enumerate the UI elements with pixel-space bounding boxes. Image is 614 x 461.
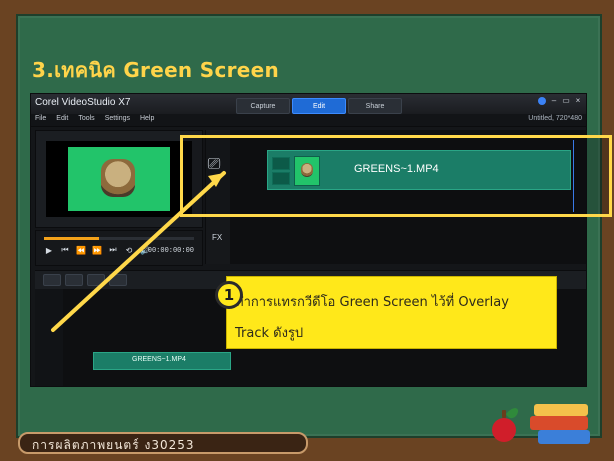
timecode: 00:00:00:00	[147, 247, 194, 255]
loop-icon[interactable]: ⟲	[124, 245, 134, 255]
end-icon[interactable]: ⏭	[108, 245, 118, 255]
project-info: Untitled, 720*480	[528, 115, 582, 122]
timeline-tool-3[interactable]	[87, 274, 105, 286]
instruction-callout: ทำการแทรกวีดีโอ Green Screen ไว้ที่ Over…	[226, 276, 557, 349]
menu-edit[interactable]: Edit	[56, 115, 68, 122]
slide-title: 3.เทคนิค Green Screen	[32, 58, 280, 82]
dog-icon	[101, 159, 135, 197]
menu-file[interactable]: File	[35, 115, 46, 122]
player-controls: ▶ ⏮ ⏪ ⏩ ⏭ ⟲ 🔊 00:00:00:00	[35, 230, 203, 266]
preview-panel	[35, 130, 203, 228]
status-dot-icon	[538, 97, 546, 105]
menu-tools[interactable]: Tools	[78, 115, 94, 122]
close-button[interactable]: ×	[574, 97, 582, 105]
maximize-button[interactable]: ▭	[562, 97, 570, 105]
playhead[interactable]	[573, 140, 574, 212]
overlay-track-icon[interactable]: ⎚	[201, 153, 227, 175]
tab-share[interactable]: Share	[348, 98, 402, 114]
footer-label: การผลิตภาพยนตร์ ง30253	[32, 438, 195, 452]
tab-capture[interactable]: Capture	[236, 98, 290, 114]
clip-icons	[272, 157, 290, 185]
timeline-clip-label: GREENS~1.MP4	[132, 356, 186, 363]
tab-edit[interactable]: Edit	[292, 98, 346, 114]
preview-screen	[46, 141, 192, 217]
callout-text: ทำการแทรกวีดีโอ Green Screen ไว้ที่ Over…	[235, 295, 509, 341]
play-icon[interactable]: ▶	[44, 245, 54, 255]
books-apple-decoration	[492, 404, 590, 444]
player-buttons: ▶ ⏮ ⏪ ⏩ ⏭ ⟲ 🔊	[44, 245, 150, 255]
preview-progress[interactable]	[44, 237, 194, 240]
footer-bar: การผลิตภาพยนตร์ ง30253	[18, 432, 308, 454]
prev-icon[interactable]: ⏪	[76, 245, 86, 255]
menu-settings[interactable]: Settings	[105, 115, 130, 122]
minimize-button[interactable]: ‒	[550, 97, 558, 105]
timeline-tool-1[interactable]	[43, 274, 61, 286]
timeline-track-icons	[35, 289, 64, 386]
fx-label[interactable]: FX	[212, 233, 222, 242]
next-icon[interactable]: ⏩	[92, 245, 102, 255]
app-title: Corel VideoStudio X7	[35, 97, 131, 108]
timeline-clip[interactable]: GREENS~1.MP4	[93, 352, 231, 370]
window-controls: ‒ ▭ ×	[538, 97, 582, 105]
menu: File Edit Tools Settings Help	[35, 115, 154, 122]
clip-thumbnail	[294, 156, 320, 186]
timeline-tool-2[interactable]	[65, 274, 83, 286]
clip-video-icon	[272, 157, 290, 170]
clip-name: GREENS~1.MP4	[354, 163, 439, 175]
clip-audio-icon	[272, 172, 290, 185]
app-tabs: Capture Edit Share	[236, 98, 402, 114]
overlay-track-highlight: ⎚ GREENS~1.MP4	[180, 135, 612, 217]
clip-thumbnails	[272, 155, 342, 187]
step-badge: 1	[215, 281, 243, 309]
overlay-clip[interactable]: GREENS~1.MP4	[267, 150, 571, 190]
timeline-tool-4[interactable]	[109, 274, 127, 286]
start-icon[interactable]: ⏮	[60, 245, 70, 255]
menubar: File Edit Tools Settings Help Untitled, …	[31, 114, 586, 127]
slide-frame: 3.เทคนิค Green Screen Corel VideoStudio …	[0, 0, 614, 461]
app-topbar: Corel VideoStudio X7 Capture Edit Share …	[31, 94, 586, 114]
overlay-track: ⎚ GREENS~1.MP4	[183, 138, 609, 214]
preview-progress-fill	[44, 237, 99, 240]
menu-help[interactable]: Help	[140, 115, 154, 122]
